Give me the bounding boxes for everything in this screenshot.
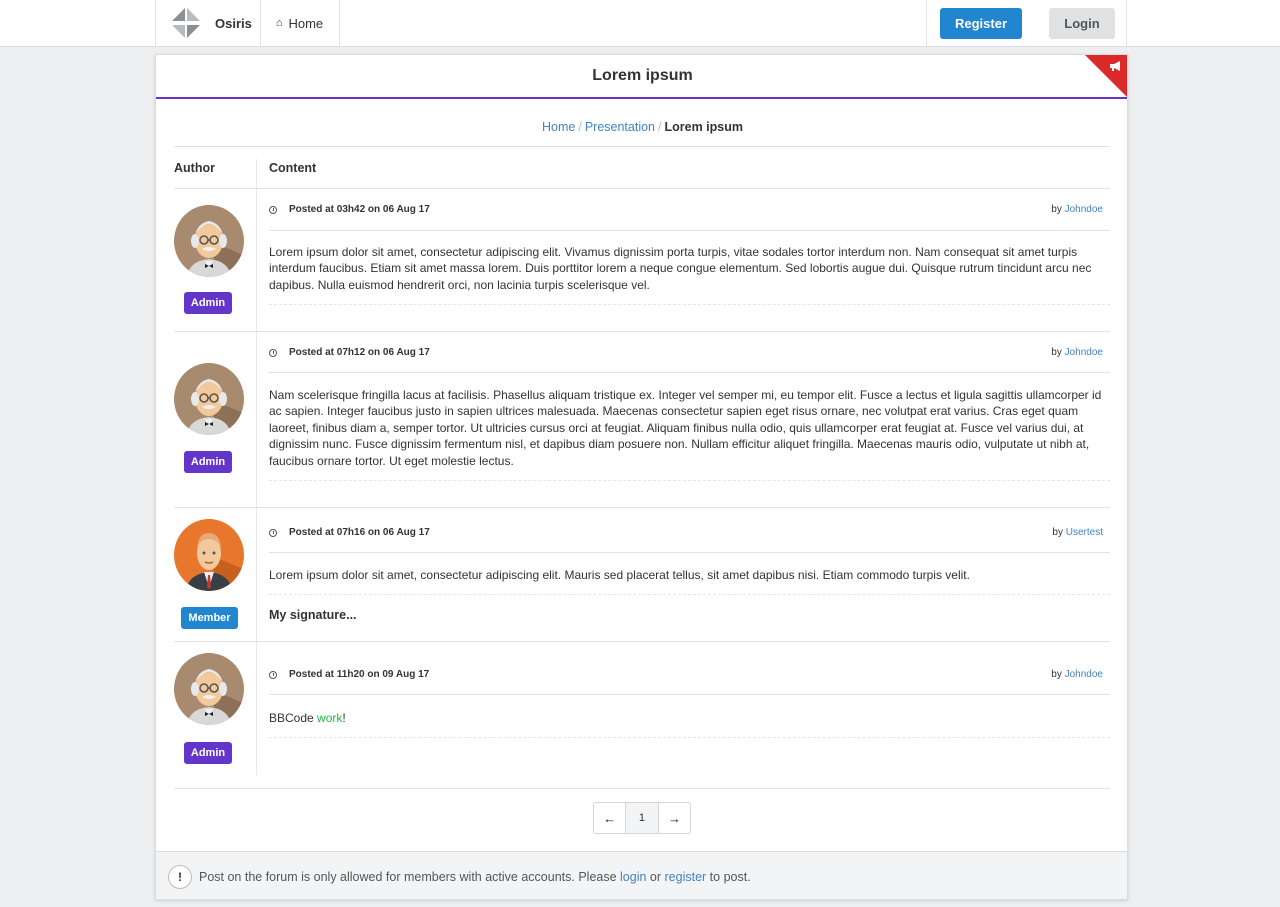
- breadcrumb-presentation[interactable]: Presentation: [585, 120, 655, 134]
- post-author-line: by Johndoe: [1051, 669, 1103, 680]
- author-avatar: [174, 653, 244, 725]
- osiris-logo-icon: [172, 8, 200, 38]
- post-timestamp: Posted at 11h20 on 09 Aug 17: [289, 669, 430, 680]
- brand-name: Osiris: [215, 15, 252, 31]
- next-page-button[interactable]: →: [659, 803, 690, 833]
- post-author-link[interactable]: Johndoe: [1065, 669, 1103, 680]
- navbar-inner: Osiris ⌂ Home Register Login: [155, 0, 1127, 46]
- role-badge: Admin: [184, 451, 232, 473]
- divider: [174, 146, 1110, 147]
- breadcrumb-current: Lorem ipsum: [664, 120, 744, 134]
- table-row-divider: [174, 331, 1110, 332]
- by-label: by: [1052, 527, 1063, 538]
- card-header: Lorem ipsum: [156, 55, 1127, 99]
- post-author-link[interactable]: Johndoe: [1065, 347, 1103, 358]
- post-timestamp: Posted at 07h12 on 06 Aug 17: [289, 347, 430, 358]
- clock-icon: [269, 670, 277, 679]
- role-badge: Admin: [184, 742, 232, 764]
- clock-icon: [269, 205, 277, 214]
- top-navbar: Osiris ⌂ Home Register Login: [0, 0, 1280, 47]
- arrow-right-icon: →: [667, 810, 681, 826]
- forum-notice: ! Post on the forum is only allowed for …: [156, 851, 1127, 899]
- post-meta: Posted at 07h12 on 06 Aug 17: [269, 347, 430, 358]
- table-row-divider: [174, 641, 1110, 642]
- notice-text: Post on the forum is only allowed for me…: [199, 869, 621, 884]
- post-divider: [269, 552, 1110, 553]
- column-divider: [256, 159, 257, 775]
- post-body-text: !: [342, 711, 346, 725]
- post-divider: [269, 230, 1110, 231]
- table-row-divider: [174, 507, 1110, 508]
- signature-divider: [269, 480, 1110, 481]
- post-body-text: BBCode: [269, 711, 318, 725]
- author-avatar: [174, 205, 244, 277]
- post-meta: Posted at 03h42 on 06 Aug 17: [269, 204, 430, 215]
- post-timestamp: Posted at 03h42 on 06 Aug 17: [289, 204, 430, 215]
- notice-text-end: to post.: [706, 869, 751, 884]
- author-avatar: [174, 363, 244, 435]
- arrow-left-icon: ←: [603, 810, 617, 826]
- author-avatar: [174, 519, 244, 591]
- breadcrumb: Home / Presentation / Lorem ipsum: [156, 120, 1127, 134]
- pagination: ← 1 →: [593, 802, 691, 834]
- breadcrumb-divider: /: [578, 120, 582, 134]
- post-timestamp: Posted at 07h16 on 06 Aug 17: [289, 527, 430, 538]
- exclamation-icon: !: [168, 864, 192, 889]
- role-badge: Admin: [184, 292, 232, 314]
- signature-divider: [269, 304, 1110, 305]
- post-meta: Posted at 07h16 on 06 Aug 17: [269, 527, 430, 538]
- post-author-line: by Johndoe: [1051, 347, 1103, 358]
- page-number-button[interactable]: 1: [625, 803, 659, 833]
- by-label: by: [1051, 669, 1062, 680]
- column-header-content: Content: [269, 161, 317, 175]
- topic-card: Lorem ipsum Home / Presentation / Lorem ipsu…: [155, 54, 1128, 900]
- post-body: Lorem ipsum dolor sit amet, consectetur …: [269, 245, 1092, 292]
- signature-divider: [269, 737, 1110, 738]
- post-meta: Posted at 11h20 on 09 Aug 17: [269, 669, 429, 680]
- post-body: Nam scelerisque fringilla lacus at facil…: [269, 388, 1102, 468]
- home-icon: ⌂: [275, 17, 283, 29]
- post-divider: [269, 372, 1110, 373]
- table-bottom-divider: [174, 788, 1110, 789]
- signature-divider: [269, 594, 1110, 595]
- breadcrumb-home[interactable]: Home: [542, 120, 575, 134]
- login-button[interactable]: Login: [1049, 8, 1115, 39]
- by-label: by: [1051, 347, 1062, 358]
- notice-text-or: or: [646, 869, 665, 884]
- clock-icon: [269, 348, 277, 357]
- nav-home-link[interactable]: ⌂ Home: [260, 0, 340, 46]
- post-divider: [269, 694, 1110, 695]
- role-badge: Member: [181, 607, 238, 629]
- nav-home-label: Home: [288, 15, 324, 31]
- post-body: Lorem ipsum dolor sit amet, consectetur …: [269, 568, 970, 582]
- nav-auth-area: Register Login: [926, 0, 1127, 46]
- post-author-line: by Usertest: [1052, 527, 1103, 538]
- clock-icon: [269, 528, 277, 537]
- table-row-divider: [174, 188, 1110, 189]
- post-body: BBCode work!: [269, 710, 1113, 726]
- register-button[interactable]: Register: [940, 8, 1022, 39]
- notice-login-link[interactable]: login: [620, 870, 646, 884]
- by-label: by: [1051, 204, 1062, 215]
- post-author-link[interactable]: Usertest: [1066, 527, 1103, 538]
- post-author-link[interactable]: Johndoe: [1065, 204, 1103, 215]
- post-author-line: by Johndoe: [1051, 204, 1103, 215]
- bullhorn-icon: [1110, 61, 1122, 74]
- previous-page-button[interactable]: ←: [594, 803, 625, 833]
- column-header-author: Author: [174, 161, 215, 175]
- post-signature: My signature...: [269, 608, 357, 622]
- post-body-colored-text: work: [317, 711, 343, 725]
- breadcrumb-divider: /: [658, 120, 662, 134]
- page-title: Lorem ipsum: [592, 67, 693, 84]
- notice-register-link[interactable]: register: [665, 870, 707, 884]
- brand-link[interactable]: Osiris: [155, 0, 261, 46]
